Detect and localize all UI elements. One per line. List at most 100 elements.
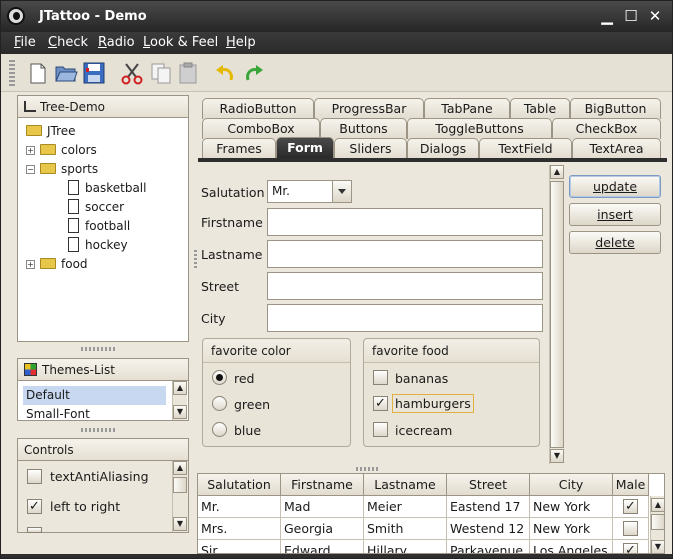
table-cell[interactable]: Georgia: [281, 518, 364, 540]
city-field[interactable]: [267, 304, 543, 332]
column-header[interactable]: Street: [447, 474, 530, 496]
firstname-field[interactable]: [267, 208, 543, 236]
minimize-icon[interactable]: ▁: [599, 8, 615, 24]
controls-scrollbar[interactable]: ▲ ▼: [172, 461, 187, 532]
cut-icon[interactable]: [119, 60, 145, 86]
scroll-up-icon[interactable]: ▲: [173, 461, 187, 475]
menu-help[interactable]: Help: [226, 35, 256, 50]
delete-button[interactable]: delete: [569, 231, 661, 254]
tree-node-root[interactable]: JTree: [26, 122, 76, 141]
tree-node-sports[interactable]: − sports: [26, 160, 98, 179]
menu-check[interactable]: Check: [48, 35, 88, 50]
tab-textfield[interactable]: TextField: [479, 138, 572, 159]
tree-leaf-hockey[interactable]: hockey: [68, 236, 128, 255]
checkbox-text-anti-aliasing[interactable]: [27, 469, 42, 484]
form-scrollbar[interactable]: ▲ ▼: [549, 165, 564, 464]
male-checkbox[interactable]: ✓: [623, 499, 638, 514]
column-header[interactable]: City: [530, 474, 613, 496]
table-cell[interactable]: [613, 518, 649, 540]
table-cell[interactable]: Sir: [198, 540, 281, 553]
tab-bigbutton[interactable]: BigButton: [570, 98, 661, 119]
tree-node-colors[interactable]: + colors: [26, 141, 97, 160]
scroll-up-icon[interactable]: ▲: [173, 381, 187, 395]
street-field[interactable]: [267, 272, 543, 300]
scroll-up-icon[interactable]: ▲: [550, 165, 564, 179]
column-header[interactable]: Male: [613, 474, 649, 496]
lastname-field[interactable]: [267, 240, 543, 268]
menu-file[interactable]: File: [14, 35, 36, 50]
table-scrollbar[interactable]: ▲ ▼: [650, 496, 664, 553]
tab-table[interactable]: Table: [510, 98, 570, 119]
tab-radiobutton[interactable]: RadioButton: [202, 98, 314, 119]
tab-textarea[interactable]: TextArea: [572, 138, 661, 159]
checkbox-left-to-right[interactable]: ✓: [27, 499, 42, 514]
tree-leaf-football[interactable]: football: [68, 217, 130, 236]
tab-checkbox[interactable]: CheckBox: [552, 118, 661, 139]
column-header[interactable]: Salutation: [198, 474, 281, 496]
close-icon[interactable]: ✕: [647, 8, 663, 24]
tree-leaf-soccer[interactable]: soccer: [68, 198, 124, 217]
table-cell[interactable]: New York: [530, 496, 613, 518]
table-cell[interactable]: ✓: [613, 540, 649, 553]
table-cell[interactable]: Eastend 17: [447, 496, 530, 518]
radio-blue[interactable]: [212, 422, 227, 437]
menu-look-and-feel[interactable]: Look & Feel: [143, 35, 218, 50]
toolbar-grip[interactable]: [9, 60, 15, 86]
male-checkbox[interactable]: ✓: [623, 543, 638, 553]
scroll-up-icon[interactable]: ▲: [651, 498, 664, 512]
tab-frames[interactable]: Frames: [202, 138, 276, 159]
tree-leaf-basketball[interactable]: basketball: [68, 179, 146, 198]
table-cell[interactable]: New York: [530, 518, 613, 540]
table-cell[interactable]: Mr.: [198, 496, 281, 518]
expand-icon[interactable]: +: [26, 146, 35, 155]
column-header[interactable]: Firstname: [281, 474, 364, 496]
table-cell[interactable]: Edward: [281, 540, 364, 553]
scroll-down-icon[interactable]: ▼: [173, 405, 187, 419]
table-cell[interactable]: Parkavenue: [447, 540, 530, 553]
split-divider[interactable]: [81, 347, 115, 351]
scroll-down-icon[interactable]: ▼: [550, 449, 564, 463]
tab-progressbar[interactable]: ProgressBar: [314, 98, 424, 119]
table-cell[interactable]: Meier: [364, 496, 447, 518]
tab-sliders[interactable]: Sliders: [334, 138, 407, 159]
copy-icon[interactable]: [148, 60, 174, 86]
theme-item-default[interactable]: Default: [23, 386, 166, 405]
table-cell[interactable]: Westend 12: [447, 518, 530, 540]
scroll-thumb[interactable]: [651, 514, 664, 530]
tab-dialogs[interactable]: Dialogs: [407, 138, 479, 159]
collapse-icon[interactable]: −: [26, 165, 35, 174]
checkbox-partial[interactable]: [27, 527, 42, 533]
checkbox-bananas[interactable]: [373, 370, 388, 385]
insert-button[interactable]: insert: [569, 203, 661, 226]
checkbox-hamburgers[interactable]: ✓: [373, 396, 388, 411]
title-bar[interactable]: JTattoo - Demo ▁ ☐ ✕: [1, 1, 672, 32]
save-icon[interactable]: [81, 60, 107, 86]
paste-icon[interactable]: [175, 60, 201, 86]
update-button[interactable]: update: [569, 175, 661, 198]
table-cell[interactable]: ✓: [613, 496, 649, 518]
themes-scrollbar[interactable]: ▲ ▼: [172, 381, 187, 420]
maximize-icon[interactable]: ☐: [623, 8, 639, 24]
salutation-combo[interactable]: Mr.: [267, 180, 352, 203]
expand-icon[interactable]: +: [26, 260, 35, 269]
radio-green[interactable]: [212, 396, 227, 411]
scroll-down-icon[interactable]: ▼: [651, 540, 664, 553]
scroll-down-icon[interactable]: ▼: [173, 517, 187, 531]
redo-icon[interactable]: [241, 60, 267, 86]
table-cell[interactable]: Los Angeles: [530, 540, 613, 553]
split-handle[interactable]: [194, 250, 197, 270]
split-divider[interactable]: [81, 428, 115, 432]
scroll-thumb[interactable]: [173, 477, 187, 493]
undo-icon[interactable]: [212, 60, 238, 86]
chevron-down-icon[interactable]: [332, 181, 351, 202]
tab-buttons[interactable]: Buttons: [320, 118, 407, 139]
theme-item-small-font[interactable]: Small-Font: [23, 405, 166, 421]
menu-radio[interactable]: Radio: [98, 35, 135, 50]
radio-red[interactable]: [212, 370, 227, 385]
new-document-icon[interactable]: [25, 60, 51, 86]
split-divider[interactable]: [356, 467, 380, 471]
table-cell[interactable]: Hillary: [364, 540, 447, 553]
male-checkbox[interactable]: [623, 521, 638, 536]
tab-combobox[interactable]: ComboBox: [202, 118, 320, 139]
table-cell[interactable]: Mad: [281, 496, 364, 518]
